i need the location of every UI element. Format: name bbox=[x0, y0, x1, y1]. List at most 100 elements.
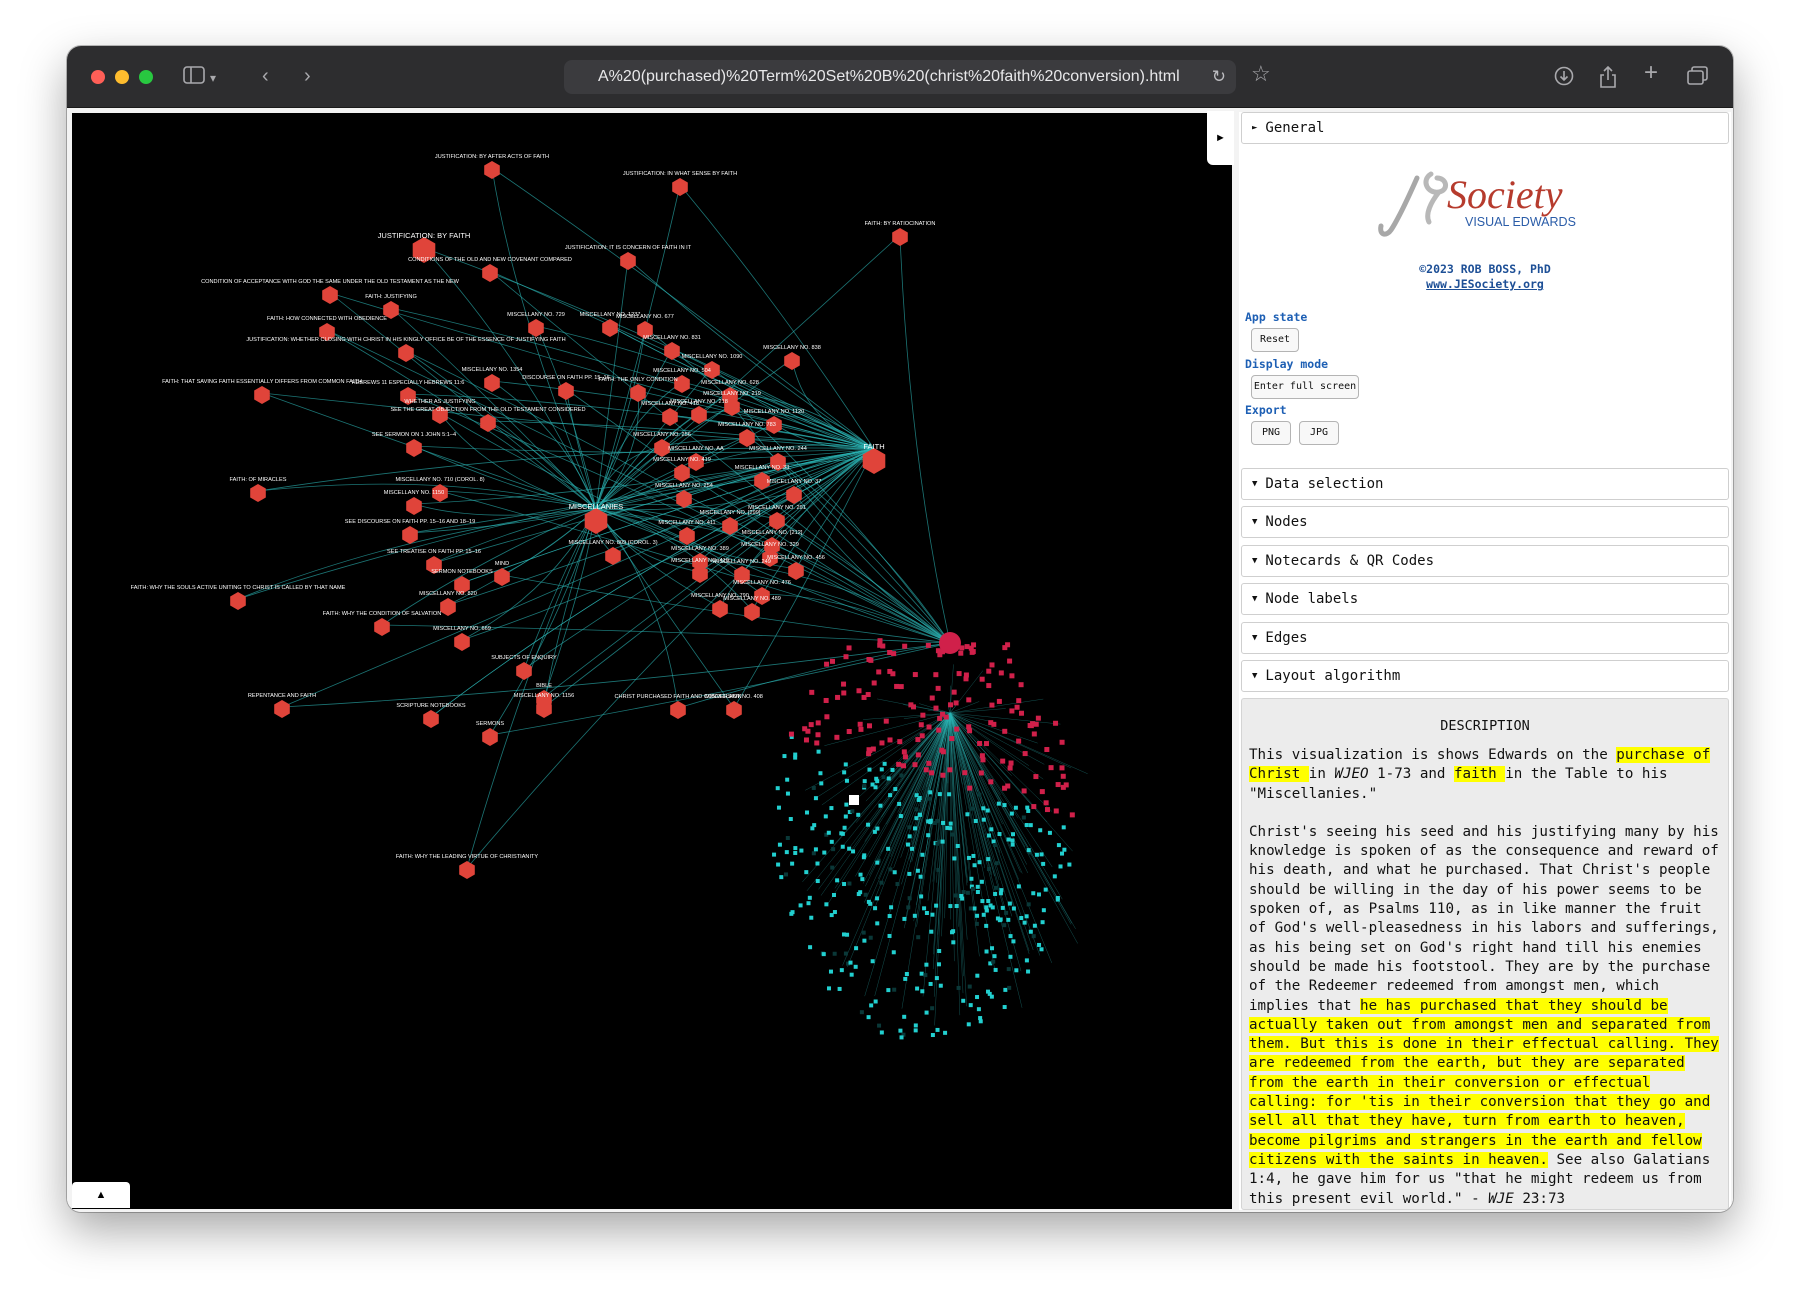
cluster-node[interactable] bbox=[991, 959, 996, 964]
cluster-node[interactable] bbox=[922, 906, 927, 911]
cluster-node[interactable] bbox=[1033, 774, 1039, 780]
graph-node[interactable] bbox=[398, 344, 414, 362]
cluster-node[interactable] bbox=[1016, 884, 1021, 889]
cluster-node[interactable] bbox=[858, 890, 863, 895]
cluster-node[interactable] bbox=[1003, 987, 1008, 992]
cluster-node[interactable] bbox=[990, 946, 995, 951]
cluster-node[interactable] bbox=[949, 736, 955, 742]
cluster-node[interactable] bbox=[1018, 710, 1024, 716]
cluster-node[interactable] bbox=[989, 662, 995, 668]
back-icon[interactable]: ‹ bbox=[262, 66, 269, 86]
cluster-node[interactable] bbox=[968, 906, 973, 911]
cluster-node[interactable] bbox=[793, 846, 798, 851]
cluster-node[interactable] bbox=[1033, 721, 1039, 727]
cluster-node[interactable] bbox=[976, 1007, 981, 1012]
export-png-button[interactable]: PNG bbox=[1251, 421, 1291, 445]
cluster-node[interactable] bbox=[808, 945, 813, 950]
cluster-node[interactable] bbox=[920, 989, 925, 994]
cluster-node[interactable] bbox=[1008, 934, 1013, 939]
cluster-node[interactable] bbox=[1028, 823, 1033, 828]
cluster-node[interactable] bbox=[809, 689, 815, 695]
cluster-node[interactable] bbox=[971, 886, 976, 891]
cluster-node[interactable] bbox=[1028, 929, 1033, 934]
graph-node[interactable] bbox=[744, 603, 760, 621]
cluster-node[interactable] bbox=[938, 983, 943, 988]
cluster-node[interactable] bbox=[882, 761, 887, 766]
cluster-node[interactable] bbox=[784, 850, 789, 855]
cluster-node[interactable] bbox=[772, 852, 777, 857]
cluster-node[interactable] bbox=[947, 792, 952, 797]
cluster-node[interactable] bbox=[1007, 658, 1013, 664]
cluster-node[interactable] bbox=[813, 796, 818, 801]
cluster-node[interactable] bbox=[912, 762, 918, 768]
cluster-node[interactable] bbox=[967, 984, 972, 989]
cluster-node[interactable] bbox=[806, 901, 811, 906]
cluster-node[interactable] bbox=[954, 726, 960, 732]
cluster-node[interactable] bbox=[954, 904, 959, 909]
forward-icon[interactable]: › bbox=[304, 66, 311, 86]
cluster-node[interactable] bbox=[816, 749, 821, 754]
graph-node[interactable] bbox=[528, 319, 544, 337]
graph-node[interactable] bbox=[440, 598, 456, 616]
cluster-node[interactable] bbox=[1056, 843, 1061, 848]
cluster-node[interactable] bbox=[866, 657, 872, 663]
cluster-node[interactable] bbox=[1060, 784, 1066, 790]
cluster-node[interactable] bbox=[824, 714, 830, 720]
cluster-node[interactable] bbox=[1013, 805, 1018, 810]
graph-node[interactable] bbox=[406, 497, 422, 515]
collapse-panel-toggle[interactable]: ► bbox=[1207, 111, 1234, 165]
cluster-node[interactable] bbox=[943, 714, 949, 720]
graph-node[interactable] bbox=[784, 352, 800, 370]
cluster-node[interactable] bbox=[815, 861, 820, 866]
cluster-node[interactable] bbox=[975, 973, 980, 978]
cluster-node[interactable] bbox=[992, 954, 997, 959]
cluster-node[interactable] bbox=[886, 988, 891, 993]
cluster-node[interactable] bbox=[937, 792, 942, 797]
cluster-node[interactable] bbox=[955, 843, 960, 848]
cluster-node[interactable] bbox=[829, 806, 834, 811]
cluster-node[interactable] bbox=[970, 806, 975, 811]
cluster-node[interactable] bbox=[1026, 969, 1031, 974]
cluster-node[interactable] bbox=[977, 740, 983, 746]
cluster-node[interactable] bbox=[858, 726, 864, 732]
cluster-node[interactable] bbox=[782, 754, 787, 759]
cluster-node[interactable] bbox=[872, 829, 877, 834]
cluster-node[interactable] bbox=[856, 688, 862, 694]
cluster-node[interactable] bbox=[818, 771, 823, 776]
cluster-node[interactable] bbox=[935, 648, 941, 654]
cluster-node[interactable] bbox=[981, 817, 986, 822]
cluster-node[interactable] bbox=[978, 1016, 983, 1021]
cluster-node[interactable] bbox=[951, 689, 957, 695]
cluster-node[interactable] bbox=[1048, 765, 1054, 771]
cluster-node[interactable] bbox=[863, 892, 868, 897]
cluster-node[interactable] bbox=[1059, 765, 1065, 771]
cluster-node[interactable] bbox=[1009, 811, 1014, 816]
address-bar[interactable]: A%20(purchased)%20Term%20Set%20B%20(chri… bbox=[564, 60, 1236, 94]
cluster-node[interactable] bbox=[963, 676, 969, 682]
cluster-node[interactable] bbox=[1028, 723, 1034, 729]
website-link[interactable]: www.JESociety.org bbox=[1239, 277, 1731, 291]
cluster-node[interactable] bbox=[918, 722, 924, 728]
cluster-node[interactable] bbox=[1016, 738, 1022, 744]
cluster-node[interactable] bbox=[984, 923, 989, 928]
cluster-node[interactable] bbox=[985, 808, 990, 813]
cluster-node[interactable] bbox=[1032, 923, 1037, 928]
cluster-node[interactable] bbox=[923, 767, 929, 773]
cluster-node[interactable] bbox=[875, 921, 880, 926]
cluster-node[interactable] bbox=[947, 767, 953, 773]
cluster-node[interactable] bbox=[1067, 862, 1072, 867]
cluster-node[interactable] bbox=[927, 796, 932, 801]
cluster-node[interactable] bbox=[979, 676, 985, 682]
cluster-node[interactable] bbox=[907, 825, 912, 830]
cluster-node[interactable] bbox=[851, 849, 856, 854]
cluster-node[interactable] bbox=[986, 898, 991, 903]
cluster-node[interactable] bbox=[829, 658, 835, 664]
cluster-node[interactable] bbox=[986, 683, 992, 689]
cluster-node[interactable] bbox=[785, 791, 790, 796]
cluster-node[interactable] bbox=[1010, 838, 1015, 843]
cluster-node[interactable] bbox=[913, 1028, 918, 1033]
cluster-node[interactable] bbox=[902, 754, 908, 760]
cluster-node[interactable] bbox=[935, 818, 940, 823]
cluster-node[interactable] bbox=[1021, 788, 1027, 794]
tabs-overview-icon[interactable] bbox=[1687, 66, 1709, 90]
